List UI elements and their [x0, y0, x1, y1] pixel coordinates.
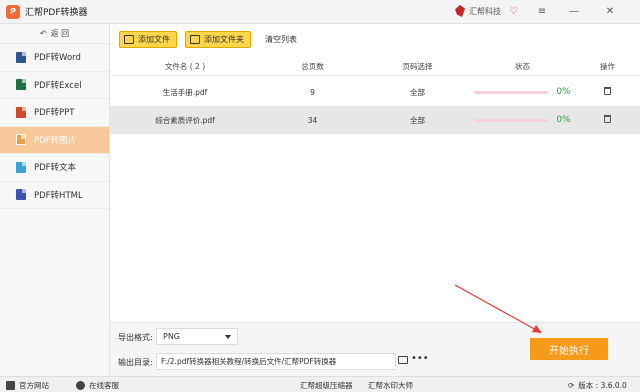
chevron-down-icon — [225, 335, 231, 339]
add-folder-label: 添加文件夹 — [204, 35, 244, 44]
pointer-arrow — [454, 284, 542, 333]
title-bar: P 汇帮PDF转换器 汇帮科技 ♡ ≡ — ✕ — [0, 0, 640, 24]
delete-icon[interactable] — [604, 87, 611, 95]
sidebar-item-label: PDF转文本 — [34, 163, 77, 174]
delete-icon[interactable] — [604, 115, 611, 123]
progress-percent: 0% — [556, 115, 571, 125]
progress-percent: 0% — [556, 87, 571, 97]
sidebar-item-label: PDF转Word — [34, 53, 81, 64]
compressor-link[interactable]: 汇帮超级压缩器 — [300, 380, 353, 391]
refresh-icon: ⟳ — [568, 381, 575, 390]
add-folder-icon — [190, 35, 200, 44]
table-row[interactable]: 生活手册.pdf 9 全部 0% — [110, 78, 640, 106]
back-arrow-icon: ↶ — [39, 29, 47, 38]
add-folder-button[interactable]: 添加文件夹 — [185, 31, 251, 48]
ppt-file-icon — [16, 106, 26, 118]
app-title: 汇帮PDF转换器 — [25, 8, 88, 18]
file-name: 生活手册.pdf — [162, 87, 208, 97]
header-pages: 总页数 — [301, 62, 324, 71]
output-dir-label: 输出目录: — [118, 358, 153, 367]
actions — [575, 87, 640, 97]
heart-icon[interactable]: ♡ — [509, 6, 518, 17]
table-row[interactable]: 综合素质评价.pdf 34 全部 0% — [110, 106, 640, 134]
website-label: 官方网站 — [19, 381, 49, 390]
brand: 汇帮科技 ♡ — [455, 5, 518, 17]
sidebar-item-label: PDF转Excel — [34, 80, 82, 91]
home-icon — [6, 381, 15, 390]
html-file-icon — [16, 189, 26, 201]
online-support-link[interactable]: 在线客服 — [76, 380, 119, 391]
version-info[interactable]: ⟳ 版本 : 3.6.0.0 — [568, 380, 627, 391]
sidebar-item-pdf-to-text[interactable]: PDF转文本 — [0, 154, 109, 182]
sidebar-item-label: PDF转HTML — [34, 190, 83, 201]
page-selection[interactable]: 全部 — [365, 87, 470, 98]
version-label: 版本 : 3.6.0.0 — [578, 381, 627, 390]
status: 0% — [470, 115, 575, 125]
start-button[interactable]: 开始执行 — [530, 338, 608, 360]
word-file-icon — [16, 51, 26, 63]
sidebar-item-pdf-to-image[interactable]: PDF转图片 — [0, 126, 109, 154]
page-count: 34 — [307, 115, 318, 125]
header-actions: 操作 — [600, 62, 615, 71]
folder-icon[interactable] — [398, 356, 408, 364]
status-bar: 官方网站 在线客服 汇帮超级压缩器 汇帮水印大师 ⟳ 版本 : 3.6.0.0 — [0, 376, 640, 392]
brand-logo-icon — [455, 5, 465, 17]
header-filename: 文件名 ( 2 ) — [164, 62, 206, 71]
clear-list-button[interactable]: 清空列表 — [265, 34, 297, 45]
format-label: 导出格式: — [118, 333, 153, 342]
table-header: 文件名 ( 2 ) 总页数 页码选择 状态 操作 — [110, 58, 640, 76]
progress-bar — [474, 118, 549, 122]
headset-icon — [76, 381, 85, 390]
excel-file-icon — [16, 79, 26, 91]
watermark-link[interactable]: 汇帮水印大师 — [368, 380, 413, 391]
sidebar-item-label: PDF转图片 — [34, 135, 77, 146]
page-count: 9 — [310, 87, 315, 97]
official-website-link[interactable]: 官方网站 — [6, 380, 49, 391]
status: 0% — [470, 87, 575, 97]
add-file-icon — [124, 35, 134, 44]
output-dir-field[interactable]: F:/2.pdf转换器相关教程/转换后文件/汇帮PDF转换器 — [156, 353, 396, 370]
app-logo-icon: P — [6, 4, 20, 19]
sidebar-item-pdf-to-word[interactable]: PDF转Word — [0, 44, 109, 72]
text-file-icon — [16, 161, 26, 173]
actions — [575, 115, 640, 125]
format-select[interactable]: PNG — [156, 328, 238, 345]
menu-icon[interactable]: ≡ — [535, 6, 549, 18]
header-page-selection: 页码选择 — [402, 62, 433, 71]
back-label: 返 回 — [50, 29, 70, 38]
support-label: 在线客服 — [89, 381, 119, 390]
add-file-button[interactable]: 添加文件 — [119, 31, 177, 48]
more-options-icon[interactable]: ••• — [411, 353, 429, 364]
format-value: PNG — [163, 332, 181, 341]
brand-name: 汇帮科技 — [469, 6, 501, 16]
header-status: 状态 — [515, 62, 530, 71]
sidebar-item-pdf-to-excel[interactable]: PDF转Excel — [0, 72, 109, 99]
sidebar-item-label: PDF转PPT — [34, 108, 75, 119]
page-selection[interactable]: 全部 — [365, 115, 470, 126]
toolbar: 添加文件 添加文件夹 清空列表 — [110, 24, 640, 55]
back-button[interactable]: ↶ 返 回 — [0, 24, 109, 44]
sidebar-item-pdf-to-ppt[interactable]: PDF转PPT — [0, 99, 109, 127]
sidebar-item-pdf-to-html[interactable]: PDF转HTML — [0, 182, 109, 209]
sidebar: ↶ 返 回 PDF转Word PDF转Excel PDF转PPT PDF转图片 … — [0, 24, 110, 376]
progress-bar — [474, 90, 549, 94]
minimize-icon[interactable]: — — [567, 6, 581, 18]
arrow-line — [454, 284, 539, 332]
close-icon[interactable]: ✕ — [603, 6, 617, 18]
add-file-label: 添加文件 — [138, 35, 170, 44]
image-file-icon — [16, 134, 26, 146]
file-name: 综合素质评价.pdf — [155, 115, 215, 125]
